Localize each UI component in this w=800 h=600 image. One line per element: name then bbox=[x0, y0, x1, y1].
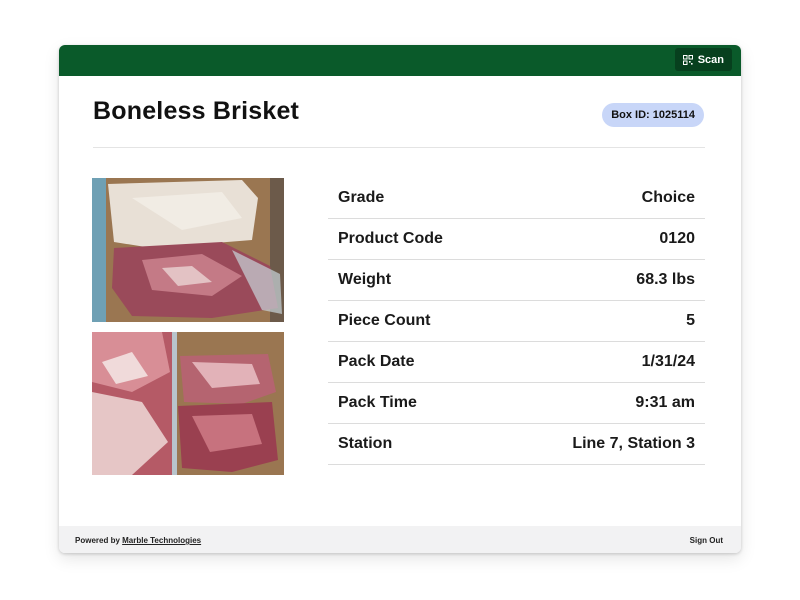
page-title: Boneless Brisket bbox=[93, 97, 300, 125]
detail-row-weight: Weight 68.3 lbs bbox=[328, 260, 705, 301]
detail-value: 1/31/24 bbox=[641, 353, 695, 370]
detail-row-station: Station Line 7, Station 3 bbox=[328, 424, 705, 465]
detail-label: Grade bbox=[338, 189, 385, 206]
detail-label: Weight bbox=[338, 271, 392, 288]
powered-by: Powered by Marble Technologies bbox=[75, 536, 201, 545]
marble-technologies-link[interactable]: Marble Technologies bbox=[122, 536, 201, 545]
detail-row-pack-time: Pack Time 9:31 am bbox=[328, 383, 705, 424]
detail-row-product-code: Product Code 0120 bbox=[328, 219, 705, 260]
detail-value: 9:31 am bbox=[635, 394, 695, 411]
detail-value: 0120 bbox=[659, 230, 695, 247]
product-card: Scan Boneless Brisket Box ID: 1025114 Gr… bbox=[59, 45, 741, 553]
detail-label: Pack Date bbox=[338, 353, 415, 370]
powered-by-prefix: Powered by bbox=[75, 536, 123, 545]
detail-value: Choice bbox=[641, 189, 695, 206]
detail-label: Product Code bbox=[338, 230, 443, 247]
scan-button[interactable]: Scan bbox=[674, 48, 732, 71]
product-photo-bottom bbox=[92, 332, 284, 475]
detail-value: 5 bbox=[686, 312, 695, 329]
detail-row-pack-date: Pack Date 1/31/24 bbox=[328, 342, 705, 383]
detail-row-piece-count: Piece Count 5 bbox=[328, 301, 705, 342]
detail-row-grade: Grade Choice bbox=[328, 178, 705, 219]
detail-label: Piece Count bbox=[338, 312, 431, 329]
detail-label: Pack Time bbox=[338, 394, 417, 411]
product-details: Grade Choice Product Code 0120 Weight 68… bbox=[328, 178, 705, 465]
detail-label: Station bbox=[338, 435, 393, 452]
footer: Powered by Marble Technologies Sign Out bbox=[59, 526, 741, 553]
product-photo-top bbox=[92, 178, 284, 322]
detail-value: Line 7, Station 3 bbox=[572, 435, 695, 452]
top-bar: Scan bbox=[59, 45, 741, 76]
qr-code-icon bbox=[682, 54, 693, 65]
product-header: Boneless Brisket Box ID: 1025114 bbox=[93, 97, 705, 148]
scan-button-label: Scan bbox=[697, 53, 724, 66]
sign-out-link[interactable]: Sign Out bbox=[690, 536, 723, 545]
box-id-badge: Box ID: 1025114 bbox=[602, 103, 704, 127]
detail-value: 68.3 lbs bbox=[636, 271, 695, 288]
